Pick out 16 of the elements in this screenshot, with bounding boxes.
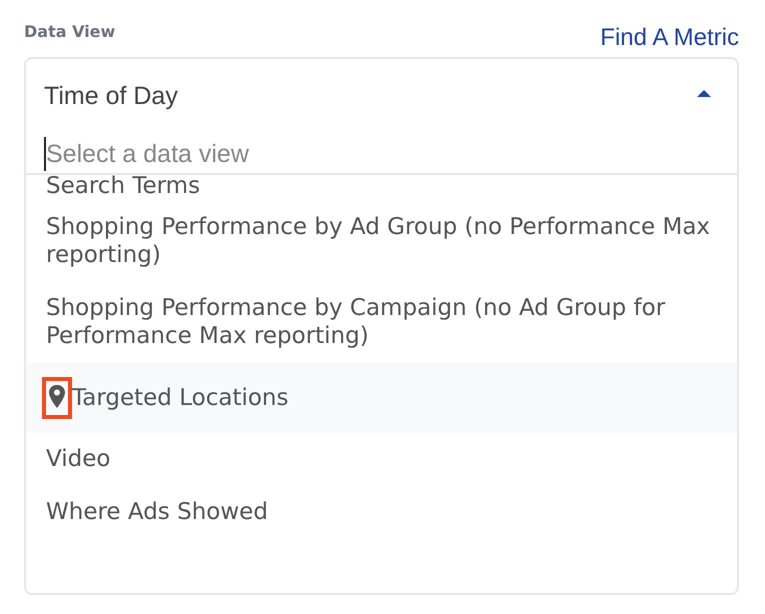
option-label: Shopping Performance by Ad Group (no Performance Max reporting) [46, 213, 712, 269]
option-item[interactable]: Video [26, 433, 737, 486]
option-item[interactable]: Search Terms [26, 175, 737, 201]
option-item[interactable]: Where Ads Showed [26, 486, 737, 539]
option-label: Video [46, 445, 110, 473]
option-item[interactable]: Shopping Performance by Campaign (no Ad Group for Performance Max reporting) [26, 282, 737, 363]
option-label: Search Terms [46, 175, 200, 197]
caret-icon[interactable] [697, 89, 711, 97]
option-item[interactable]: Targeted Locations [26, 363, 737, 433]
selected-value: Time of Day [44, 82, 178, 110]
option-label: Where Ads Showed [46, 498, 268, 526]
option-label: Shopping Performance by Campaign (no Ad Group for Performance Max reporting) [46, 294, 666, 350]
find-metric-link[interactable]: Find A Metric [600, 24, 739, 52]
field-label: Data View [24, 22, 116, 41]
option-label: Targeted Locations [72, 384, 288, 412]
option-item[interactable]: Shopping Performance by Ad Group (no Performance Max reporting) [26, 201, 737, 282]
